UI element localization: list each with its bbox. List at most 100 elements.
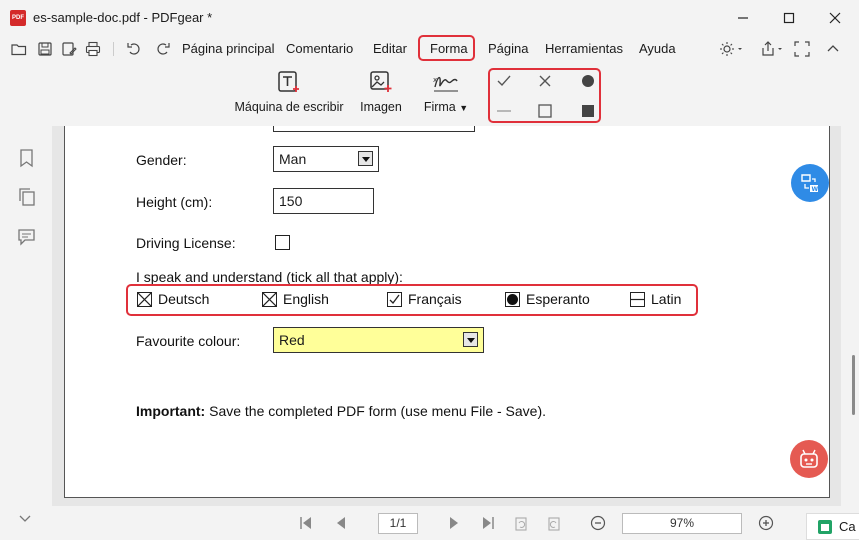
- thumbnails-button[interactable]: [17, 187, 37, 207]
- previous-page-button[interactable]: [332, 514, 350, 532]
- open-folder-icon: [11, 44, 27, 56]
- cross-icon: [539, 75, 551, 87]
- license-checkbox[interactable]: [275, 235, 290, 250]
- save-icon: [38, 42, 52, 56]
- colour-label: Favourite colour:: [136, 333, 241, 349]
- empty-square-icon: [538, 104, 552, 118]
- vertical-scrollbar[interactable]: [846, 126, 859, 506]
- previous-page-icon: [337, 517, 345, 529]
- zoom-level-input[interactable]: 97%: [622, 513, 742, 534]
- pdfgear-logo-icon: PDF: [10, 10, 26, 26]
- checkmark-shape-button[interactable]: [494, 71, 514, 91]
- height-value: 150: [279, 193, 303, 209]
- maximize-button[interactable]: [766, 0, 812, 36]
- filled-square-icon: [582, 105, 594, 117]
- save-as-button[interactable]: [60, 40, 78, 58]
- scroll-thumb[interactable]: [852, 355, 855, 415]
- important-note: Important: Save the completed PDF form (…: [136, 403, 546, 419]
- window-title: es-sample-doc.pdf - PDFgear *: [33, 10, 213, 25]
- toolbar-separator: [113, 42, 114, 56]
- image-tool[interactable]: Imagen: [358, 70, 404, 114]
- first-page-button[interactable]: [297, 514, 315, 532]
- speak-label: I speak and understand (tick all that ap…: [136, 269, 403, 285]
- zoom-out-icon: [590, 515, 606, 531]
- rotate-right-button[interactable]: [545, 514, 563, 532]
- rotate-left-icon: [515, 517, 527, 531]
- menu-comentario[interactable]: Comentario: [286, 41, 353, 56]
- height-label: Height (cm):: [136, 194, 213, 210]
- redo-icon: [157, 43, 170, 55]
- rotate-left-button[interactable]: [512, 514, 530, 532]
- important-bold: Important:: [136, 403, 206, 419]
- dropdown-caret-icon: ▼: [459, 103, 469, 113]
- fullscreen-icon: [794, 41, 810, 57]
- bookmark-icon: [20, 149, 33, 168]
- menu-herramientas[interactable]: Herramientas: [545, 41, 623, 56]
- minimize-button[interactable]: [720, 0, 766, 36]
- collapse-ribbon-button[interactable]: [824, 40, 842, 58]
- colour-dropdown[interactable]: Red: [273, 327, 484, 353]
- share-icon: [762, 41, 782, 56]
- dropdown-arrow-icon: [358, 151, 373, 166]
- close-button[interactable]: [812, 0, 858, 36]
- comments-button[interactable]: [17, 227, 37, 247]
- gender-label: Gender:: [136, 152, 187, 168]
- typewriter-label: Máquina de escribir: [234, 100, 344, 114]
- next-page-button[interactable]: [445, 514, 463, 532]
- circle-shape-button[interactable]: [578, 71, 598, 91]
- zoom-out-button[interactable]: [589, 514, 607, 532]
- fullscreen-button[interactable]: [793, 40, 811, 58]
- first-page-icon: [300, 517, 311, 529]
- zoom-in-icon: [758, 515, 774, 531]
- menu-editar[interactable]: Editar: [373, 41, 407, 56]
- convert-word-icon: W: [801, 174, 819, 193]
- calendar-app-icon: [818, 519, 832, 534]
- save-as-icon: [62, 42, 77, 56]
- gender-dropdown[interactable]: Man: [273, 146, 379, 172]
- undo-button[interactable]: [125, 40, 143, 58]
- image-icon: [370, 71, 392, 92]
- share-button[interactable]: [758, 40, 786, 58]
- rotate-right-icon: [548, 517, 560, 531]
- taskbar-app-label: Ca: [839, 519, 856, 534]
- save-button[interactable]: [36, 40, 54, 58]
- menu-pagina[interactable]: Página: [488, 41, 528, 56]
- menu-ayuda[interactable]: Ayuda: [639, 41, 676, 56]
- signature-label: Firma ▼: [423, 100, 469, 114]
- height-input[interactable]: 150: [273, 188, 374, 214]
- filled-square-shape-button[interactable]: [578, 101, 598, 121]
- typewriter-tool[interactable]: Máquina de escribir: [234, 70, 344, 114]
- signature-tool[interactable]: x Firma ▼: [422, 70, 470, 114]
- open-folder-button[interactable]: [10, 40, 28, 58]
- taskbar-app-chip[interactable]: Ca: [806, 513, 859, 540]
- title-bar: PDF es-sample-doc.pdf - PDFgear *: [0, 0, 859, 36]
- next-page-icon: [450, 517, 458, 529]
- minimize-icon: [738, 17, 748, 19]
- convert-to-word-button[interactable]: W: [791, 164, 829, 202]
- page-number-input[interactable]: 1/1: [378, 513, 418, 534]
- dropdown-arrow-icon: [463, 332, 478, 347]
- expand-sidebar-button[interactable]: [17, 510, 37, 530]
- field-above-partial: [273, 126, 475, 132]
- signature-icon: x: [433, 76, 458, 92]
- square-shape-button[interactable]: [535, 101, 555, 121]
- redo-button[interactable]: [154, 40, 172, 58]
- svg-text:W: W: [812, 186, 819, 193]
- maximize-icon: [783, 12, 795, 24]
- important-text: Save the completed PDF form (use menu Fi…: [205, 403, 547, 419]
- theme-button[interactable]: [716, 40, 746, 58]
- menu-pagina-principal[interactable]: Página principal: [182, 41, 275, 56]
- cross-shape-button[interactable]: [535, 71, 555, 91]
- license-label: Driving License:: [136, 235, 236, 251]
- chevron-down-icon: [19, 515, 31, 522]
- line-icon: [497, 110, 511, 112]
- line-shape-button[interactable]: [494, 101, 514, 121]
- print-icon: [85, 41, 101, 57]
- bookmark-button[interactable]: [17, 148, 37, 168]
- print-button[interactable]: [84, 40, 102, 58]
- zoom-in-button[interactable]: [757, 514, 775, 532]
- ai-assistant-button[interactable]: [790, 440, 828, 478]
- last-page-button[interactable]: [479, 514, 497, 532]
- checkmark-icon: [497, 75, 511, 87]
- image-label: Imagen: [360, 100, 402, 114]
